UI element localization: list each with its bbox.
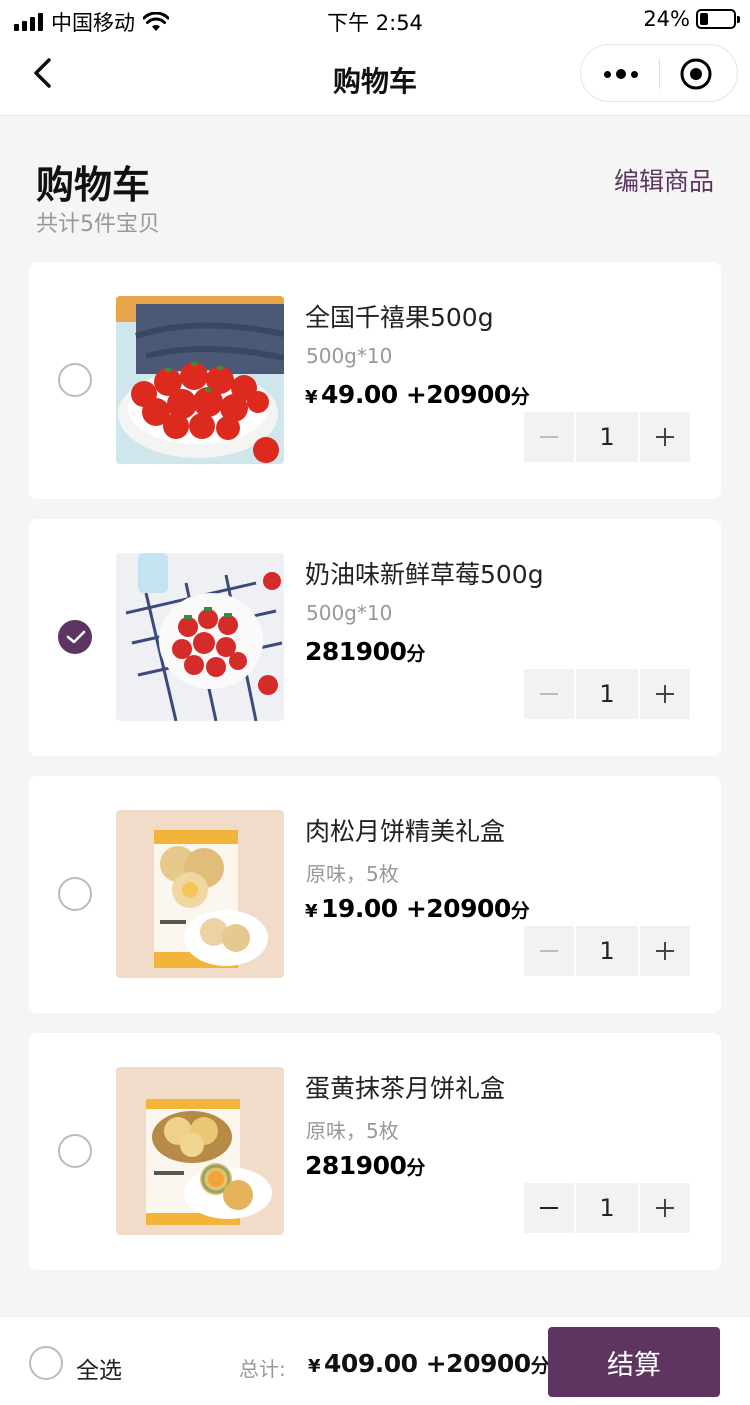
- select-all-label[interactable]: 全选: [76, 1351, 122, 1385]
- product-price: ¥49.00 +20900分: [305, 380, 530, 409]
- cart-item: 肉松月饼精美礼盒 原味，5枚 ¥19.00 +20900分 1: [29, 776, 721, 1013]
- plus-icon: [656, 685, 674, 703]
- product-name[interactable]: 蛋黄抹茶月饼礼盒: [305, 1069, 505, 1105]
- currency-symbol: ¥: [308, 1356, 321, 1377]
- points-value: +20900: [405, 894, 511, 923]
- product-price: 281900分: [305, 637, 425, 666]
- points-unit: 分: [510, 386, 530, 408]
- points-value: +20900: [405, 380, 511, 409]
- quantity-value[interactable]: 1: [576, 412, 638, 462]
- product-image-strawberries[interactable]: [116, 553, 284, 721]
- quantity-stepper: 1: [524, 412, 690, 462]
- cart-item: 全国千禧果500g 500g*10 ¥49.00 +20900分 1: [29, 262, 721, 499]
- minus-icon: [540, 436, 558, 438]
- currency-symbol: ¥: [305, 901, 318, 922]
- item-checkbox[interactable]: [58, 1134, 92, 1168]
- capsule-divider: [659, 59, 660, 89]
- total-points: +20900: [425, 1349, 531, 1378]
- increase-button[interactable]: [640, 412, 690, 462]
- total-label: 总计:: [239, 1357, 286, 1381]
- status-time: 下午 2:54: [327, 11, 423, 35]
- quantity-stepper: 1: [524, 926, 690, 976]
- nav-bar: 购物车: [0, 40, 750, 116]
- decrease-button[interactable]: [524, 669, 574, 719]
- quantity-stepper: 1: [524, 669, 690, 719]
- points-unit: 分: [530, 1355, 550, 1377]
- product-name[interactable]: 肉松月饼精美礼盒: [305, 812, 505, 848]
- product-image-cherry-tomatoes[interactable]: [116, 296, 284, 464]
- increase-button[interactable]: [640, 1183, 690, 1233]
- points-unit: 分: [406, 643, 425, 665]
- status-bar: 中国移动 下午 2:54 24%: [0, 0, 750, 40]
- price-value: 19.00: [321, 894, 398, 923]
- product-image-matcha-yolk-mooncake-box[interactable]: [116, 1067, 284, 1235]
- item-checkbox[interactable]: [58, 620, 92, 654]
- plus-icon: [656, 942, 674, 960]
- mini-program-capsule: [580, 44, 738, 102]
- battery-icon: [696, 9, 740, 29]
- price-value: 49.00: [321, 380, 398, 409]
- quantity-stepper: 1: [524, 1183, 690, 1233]
- product-price: ¥19.00 +20900分: [305, 894, 530, 923]
- decrease-button[interactable]: [524, 926, 574, 976]
- check-icon: [66, 630, 86, 644]
- increase-button[interactable]: [640, 926, 690, 976]
- currency-symbol: ¥: [305, 387, 318, 408]
- points-unit: 分: [406, 1157, 425, 1179]
- page-title: 购物车: [36, 163, 151, 207]
- plus-icon: [656, 428, 674, 446]
- decrease-button[interactable]: [524, 412, 574, 462]
- checkout-button[interactable]: 结算: [548, 1327, 720, 1397]
- plus-icon: [656, 1199, 674, 1217]
- minus-icon: [540, 693, 558, 695]
- edit-items-button[interactable]: 编辑商品: [614, 162, 714, 198]
- select-all-checkbox[interactable]: [29, 1346, 63, 1380]
- minus-icon: [540, 950, 558, 952]
- cart-item: 蛋黄抹茶月饼礼盒 原味，5枚 281900分 1: [29, 1033, 721, 1270]
- item-count: 共计5件宝贝: [36, 212, 160, 237]
- quantity-value[interactable]: 1: [576, 926, 638, 976]
- product-name[interactable]: 全国千禧果500g: [305, 298, 494, 334]
- checkout-bar: 全选 总计: ¥409.00 +20900分 结算: [0, 1316, 750, 1405]
- product-spec: 500g*10: [306, 344, 393, 368]
- points-value: 281900: [305, 637, 407, 666]
- item-checkbox[interactable]: [58, 877, 92, 911]
- product-spec: 原味，5枚: [306, 862, 399, 886]
- product-image-pork-floss-mooncake-box[interactable]: [116, 810, 284, 978]
- total-amount: ¥409.00 +20900分: [308, 1349, 550, 1378]
- quantity-value[interactable]: 1: [576, 1183, 638, 1233]
- product-spec: 原味，5枚: [306, 1119, 399, 1143]
- increase-button[interactable]: [640, 669, 690, 719]
- decrease-button[interactable]: [524, 1183, 574, 1233]
- cart-item: 奶油味新鲜草莓500g 500g*10 281900分 1: [29, 519, 721, 756]
- more-icon[interactable]: [601, 45, 641, 103]
- product-price: 281900分: [305, 1151, 425, 1180]
- battery-percent: 24%: [643, 7, 690, 31]
- product-name[interactable]: 奶油味新鲜草莓500g: [305, 555, 544, 591]
- minus-icon: [540, 1207, 558, 1209]
- quantity-value[interactable]: 1: [576, 669, 638, 719]
- close-target-icon[interactable]: [679, 57, 713, 91]
- item-checkbox[interactable]: [58, 363, 92, 397]
- points-unit: 分: [510, 900, 530, 922]
- total-price: 409.00: [324, 1349, 418, 1378]
- points-value: 281900: [305, 1151, 407, 1180]
- product-spec: 500g*10: [306, 601, 393, 625]
